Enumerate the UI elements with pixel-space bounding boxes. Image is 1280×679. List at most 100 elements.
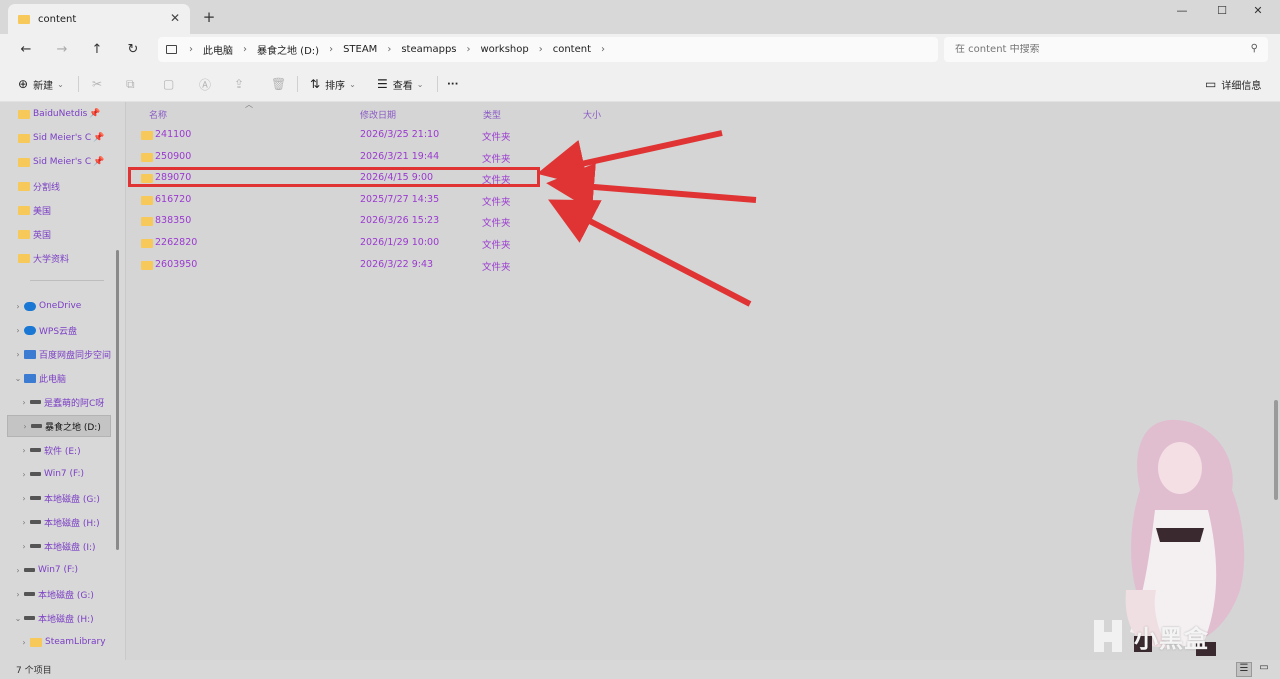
view-button[interactable]: ☰ 查看 ⌄ (377, 75, 423, 93)
forward-button[interactable]: → (53, 41, 71, 59)
sidebar-quick-item[interactable]: Sid Meier's C 📌 (18, 127, 110, 149)
sidebar-quick-item[interactable]: BaiduNetdis 📌 (18, 103, 110, 125)
chevron-icon[interactable]: › (12, 302, 24, 311)
file-row[interactable]: 250900 2026/3/21 19:44 文件夹 (137, 147, 637, 167)
chevron-icon[interactable]: › (18, 470, 30, 479)
search-input[interactable] (955, 44, 1235, 55)
sidebar-quick-item[interactable]: 美国 (18, 199, 110, 221)
chevron-right-icon[interactable]: › (601, 44, 605, 55)
file-row[interactable]: 241100 2026/3/25 21:10 文件夹 (137, 125, 637, 145)
chevron-icon[interactable]: › (18, 518, 30, 527)
chevron-right-icon: › (329, 44, 334, 55)
sidebar-quick-item[interactable]: 分割线 (18, 175, 110, 197)
details-pane-button[interactable]: ▭ 详细信息 (1205, 75, 1261, 93)
paste-button[interactable]: ▢ (163, 75, 179, 93)
share-button[interactable]: ⇪ (234, 75, 249, 93)
sidebar-item-label: 此电脑 (39, 374, 67, 385)
tab-close-icon[interactable]: ✕ (170, 11, 180, 25)
chevron-icon[interactable]: ⌄ (12, 614, 24, 623)
divider (78, 76, 79, 92)
up-button[interactable]: ↑ (88, 41, 106, 59)
new-button[interactable]: ⊕ 新建 ⌄ (18, 75, 64, 93)
breadcrumb-steam[interactable]: STEAM (343, 44, 377, 55)
tiles-view-button[interactable]: ▭ (1256, 662, 1272, 677)
back-button[interactable]: ← (17, 41, 35, 59)
computer-icon (166, 45, 177, 54)
sidebar-tree-item[interactable]: › OneDrive (12, 295, 112, 317)
copy-button[interactable]: ⧉ (126, 75, 140, 93)
sidebar-item-label: 本地磁盘 (H:) (38, 614, 94, 625)
breadcrumb-content[interactable]: content (553, 44, 591, 55)
sidebar-tree-item[interactable]: › WPS云盘 (12, 319, 112, 341)
address-bar[interactable]: › 此电脑 › 暴食之地 (D:) › STEAM › steamapps › … (158, 37, 938, 62)
file-row[interactable]: 838350 2026/3/26 15:23 文件夹 (137, 211, 637, 231)
rename-icon: Ⓐ (199, 77, 212, 92)
list-view-icon: ☰ (1239, 663, 1249, 674)
delete-button[interactable]: 🗑 (271, 75, 291, 93)
main-scrollbar[interactable] (1274, 400, 1278, 500)
chevron-right-icon: › (243, 44, 247, 55)
new-tab-button[interactable]: + (200, 8, 218, 26)
chevron-icon[interactable]: › (12, 326, 24, 335)
sidebar-quick-item[interactable]: Sid Meier's C 📌 (18, 151, 110, 173)
column-header-name[interactable]: 名称 (149, 108, 167, 121)
tab-content[interactable]: content ✕ (8, 4, 190, 34)
folder-icon (18, 205, 30, 215)
maximize-button[interactable]: ☐ (1212, 4, 1232, 20)
chevron-icon[interactable]: › (12, 566, 24, 575)
folder-icon (18, 157, 30, 167)
cut-button[interactable]: ✂ (92, 75, 107, 93)
sidebar-tree-item[interactable]: › 是蠢萌的阿C呀 (18, 391, 112, 413)
chevron-icon[interactable]: › (18, 494, 30, 503)
sidebar-tree-item[interactable]: › 本地磁盘 (H:) (18, 511, 112, 533)
sidebar-quick-item[interactable]: 大学资料 (18, 247, 110, 269)
sidebar-tree-item[interactable]: › 暴食之地 (D:) (7, 415, 111, 437)
rename-button[interactable]: Ⓐ (199, 75, 216, 93)
column-header-size[interactable]: 大小 (583, 108, 601, 121)
file-date: 2025/7/27 14:35 (360, 193, 440, 205)
sidebar-tree-item[interactable]: › 本地磁盘 (G:) (12, 583, 112, 605)
chevron-icon[interactable]: › (18, 638, 30, 647)
sidebar-scrollbar[interactable] (116, 250, 119, 550)
sidebar-tree-item[interactable]: › 百度网盘同步空间 (12, 343, 112, 365)
file-date: 2026/1/29 10:00 (360, 237, 440, 248)
more-options-button[interactable]: ··· (447, 75, 458, 93)
pin-icon: 📌 (89, 109, 101, 119)
minimize-button[interactable]: — (1172, 4, 1192, 20)
chevron-icon[interactable]: › (18, 446, 30, 455)
breadcrumb-drive-d[interactable]: 暴食之地 (D:) (257, 42, 319, 57)
file-name: 2603950 (155, 258, 198, 270)
sidebar-tree-item[interactable]: › 软件 (E:) (18, 439, 112, 461)
sidebar-tree-item[interactable]: › 本地磁盘 (I:) (18, 535, 112, 557)
search-box[interactable]: ⚲ (944, 37, 1268, 62)
column-header-type[interactable]: 类型 (483, 108, 501, 121)
file-row[interactable]: 616720 2025/7/27 14:35 文件夹 (137, 190, 637, 210)
chevron-icon[interactable]: › (18, 398, 30, 407)
sidebar-tree-item[interactable]: › SteamLibrary (18, 631, 112, 653)
sidebar-tree-item[interactable]: › Win7 (F:) (18, 463, 112, 485)
chevron-icon[interactable]: › (12, 590, 24, 599)
file-row[interactable]: 2603950 2026/3/22 9:43 文件夹 (137, 255, 637, 275)
chevron-icon[interactable]: › (19, 422, 31, 431)
close-window-button[interactable]: ✕ (1248, 4, 1268, 20)
column-header-date[interactable]: 修改日期 (360, 108, 396, 121)
breadcrumb-steamapps[interactable]: steamapps (401, 44, 456, 55)
sidebar-tree-item[interactable]: › 本地磁盘 (G:) (18, 487, 112, 509)
chevron-icon[interactable]: › (12, 350, 24, 359)
sort-button[interactable]: ⇅ 排序 ⌄ (310, 75, 356, 93)
file-row[interactable]: 2262820 2026/1/29 10:00 文件夹 (137, 233, 637, 253)
sidebar-tree-item[interactable]: ⌄ 此电脑 (12, 367, 112, 389)
chevron-icon[interactable]: ⌄ (12, 374, 24, 383)
sidebar-quick-item[interactable]: 英国 (18, 223, 110, 245)
sidebar-tree-item[interactable]: › Win7 (F:) (12, 559, 112, 581)
chevron-icon[interactable]: › (18, 542, 30, 551)
highlight-box (128, 167, 540, 187)
sidebar-tree-item[interactable]: ⌄ 本地磁盘 (H:) (12, 607, 112, 629)
details-view-button[interactable]: ☰ (1236, 662, 1252, 677)
tab-title: content (38, 13, 77, 25)
breadcrumb-workshop[interactable]: workshop (481, 44, 529, 55)
search-icon[interactable]: ⚲ (1251, 43, 1258, 54)
folder-icon (141, 152, 153, 162)
refresh-button[interactable]: ↻ (124, 41, 142, 59)
breadcrumb-this-pc[interactable]: 此电脑 (203, 42, 233, 57)
